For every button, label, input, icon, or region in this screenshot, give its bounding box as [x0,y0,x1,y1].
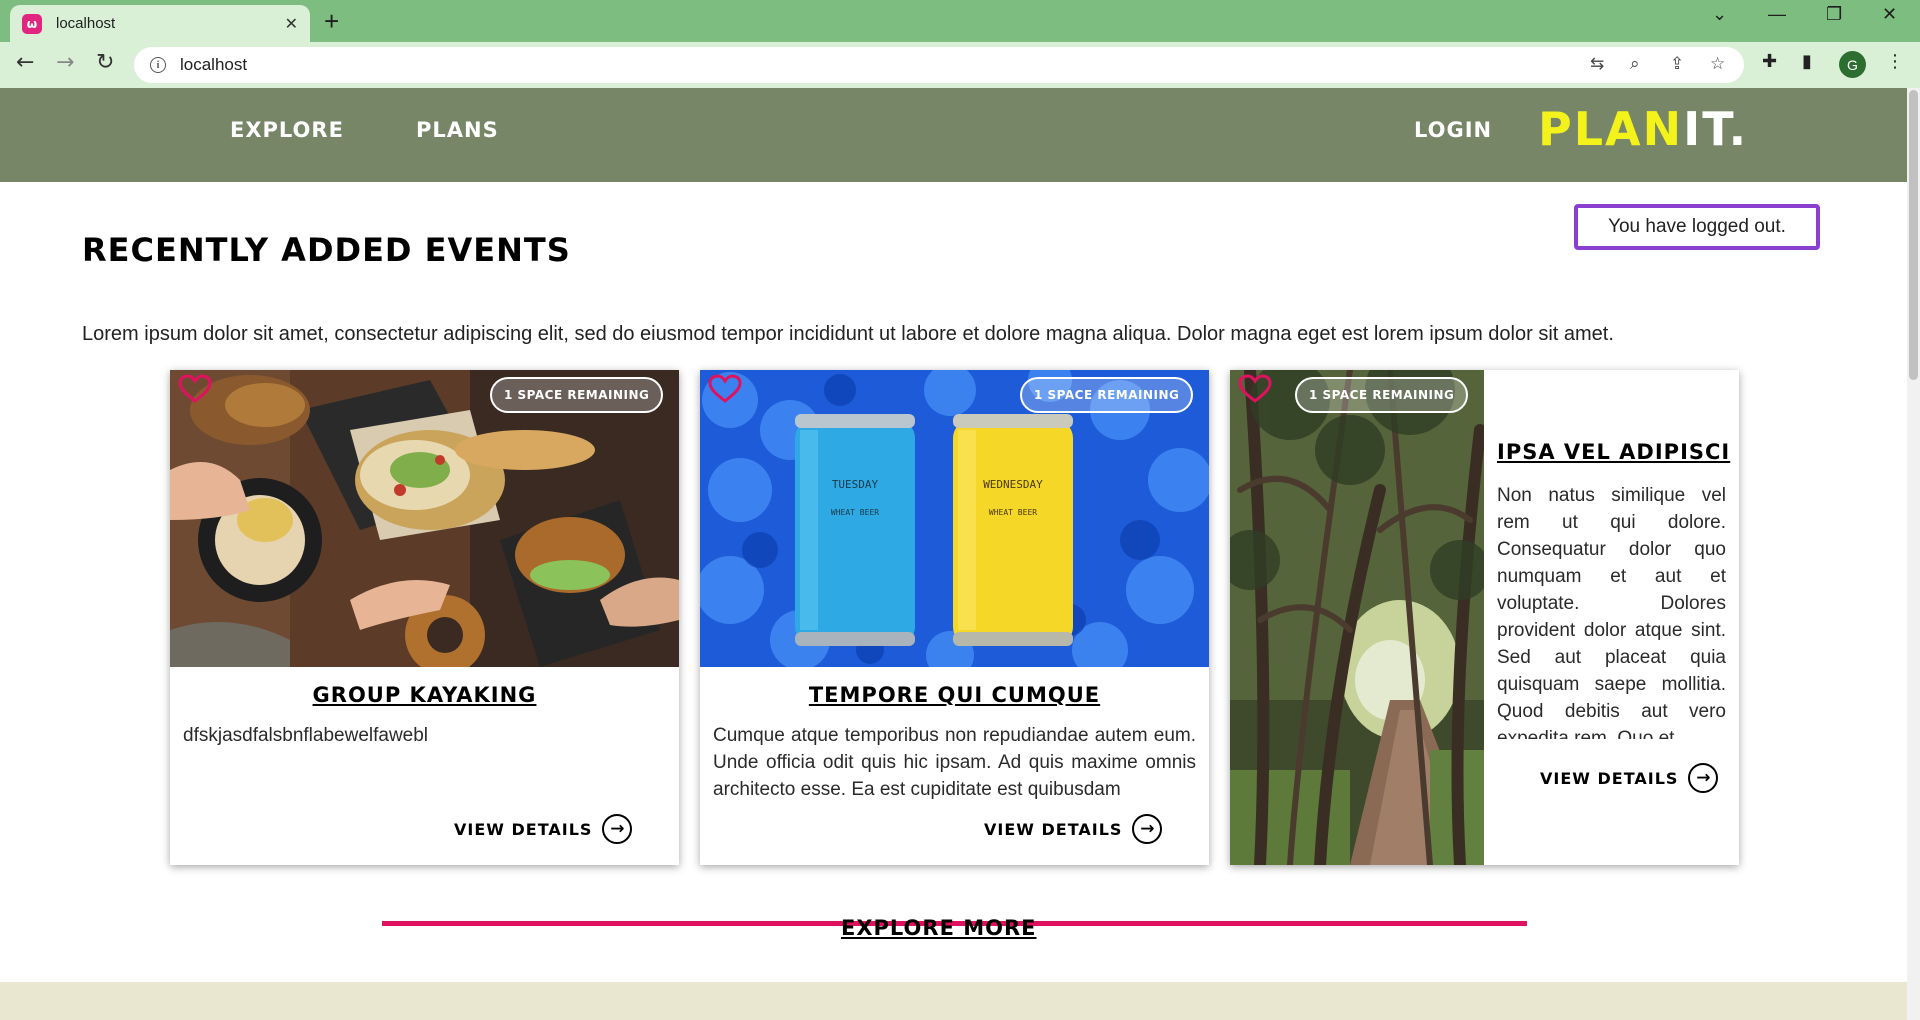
site-favicon-icon: ω [22,13,42,34]
nav-plans-link[interactable]: PLANS [416,118,499,142]
scrollbar-thumb[interactable] [1909,90,1918,380]
intro-text: Lorem ipsum dolor sit amet, consectetur … [82,323,1614,345]
tab-search-chevron-icon[interactable]: ⌄ [1712,4,1727,25]
explore-more-link[interactable]: EXPLORE MORE [841,916,1037,940]
event-card: 1 SPACE REMAINING GROUP KAYAKING dfskjas… [170,370,679,865]
favorite-heart-icon[interactable] [1238,374,1272,404]
address-bar[interactable]: i localhost ⇆ ⌕ ⇪ ☆ [134,47,1744,83]
minimize-icon[interactable]: — [1768,4,1786,25]
browser-tab[interactable]: ω localhost ✕ [10,5,310,42]
event-image-beer[interactable]: TUESDAY WHEAT BEER WEDNESDAY WHEAT BEER … [700,370,1209,667]
translate-icon[interactable]: ⇆ [1590,54,1604,74]
tab-title: localhost [56,15,116,32]
event-title[interactable]: IPSA VEL ADIPISCI [1497,440,1730,464]
forward-arrow-icon[interactable]: → [56,50,74,75]
page-title: RECENTLY ADDED EVENTS [82,231,571,269]
view-details-button[interactable]: VIEW DETAILS → [454,814,633,844]
browser-tab-strip: ω localhost ✕ + ⌄ — ❐ ✕ [0,0,1920,42]
site-header: EXPLORE PLANS LOGIN PLANIT. [0,88,1907,182]
spaces-remaining-badge: 1 SPACE REMAINING [490,377,664,413]
view-details-label: VIEW DETAILS [1540,768,1679,788]
event-image-forest[interactable]: 1 SPACE REMAINING [1230,370,1484,865]
can-left-label: TUESDAY [832,478,879,491]
favorite-heart-icon[interactable] [708,374,742,404]
logout-flash-message: You have logged out. [1574,204,1820,250]
event-title[interactable]: TEMPORE QUI CUMQUE [700,683,1209,707]
event-description: dfskjasdfalsbnflabewelfawebl [183,725,429,746]
logo-part-it: IT. [1683,102,1749,156]
bookmark-star-icon[interactable]: ☆ [1710,54,1725,74]
event-title[interactable]: GROUP KAYAKING [170,683,679,707]
event-description: Non natus similique vel rem ut qui dolor… [1497,485,1726,739]
spaces-remaining-badge: 1 SPACE REMAINING [1295,377,1469,413]
arrow-right-circle-icon: → [602,814,633,844]
browser-menu-icon[interactable]: ⋮ [1886,51,1904,72]
nav-explore-link[interactable]: EXPLORE [230,118,344,142]
reload-icon[interactable]: ↻ [96,50,114,75]
window-close-icon[interactable]: ✕ [1882,4,1897,25]
side-panel-icon[interactable]: ▮ [1802,51,1812,72]
event-image-food[interactable]: 1 SPACE REMAINING [170,370,679,667]
event-card: TUESDAY WHEAT BEER WEDNESDAY WHEAT BEER … [700,370,1209,865]
zoom-icon[interactable]: ⌕ [1630,54,1640,74]
site-info-icon[interactable]: i [150,57,166,73]
arrow-right-circle-icon: → [1132,814,1163,844]
back-arrow-icon[interactable]: ← [16,50,34,75]
view-details-button[interactable]: VIEW DETAILS → [1540,763,1719,793]
event-card: 1 SPACE REMAINING IPSA VEL ADIPISCI Non … [1230,370,1739,865]
share-icon[interactable]: ⇪ [1670,54,1684,74]
browser-toolbar: ← → ↻ i localhost ⇆ ⌕ ⇪ ☆ ✚ ▮ G ⋮ [0,42,1920,88]
address-url[interactable]: localhost [180,55,247,75]
restore-icon[interactable]: ❐ [1826,4,1842,25]
profile-avatar[interactable]: G [1839,51,1866,78]
footer [0,982,1907,1020]
can-left-sub: WHEAT BEER [831,508,879,517]
logo-part-plan: PLAN [1538,102,1684,156]
site-logo[interactable]: PLANIT. [1538,102,1748,156]
tab-close-icon[interactable]: ✕ [285,14,298,33]
can-right-sub: WHEAT BEER [989,508,1037,517]
arrow-right-circle-icon: → [1688,763,1719,793]
event-description: Cumque atque temporibus non repudiandae … [713,725,1196,800]
favorite-heart-icon[interactable] [178,374,212,404]
can-right-label: WEDNESDAY [983,478,1043,491]
spaces-remaining-badge: 1 SPACE REMAINING [1020,377,1194,413]
view-details-label: VIEW DETAILS [984,819,1123,839]
view-details-button[interactable]: VIEW DETAILS → [984,814,1163,844]
page-scrollbar[interactable] [1907,88,1920,1020]
view-details-label: VIEW DETAILS [454,819,593,839]
nav-login-link[interactable]: LOGIN [1414,118,1492,142]
new-tab-icon[interactable]: + [324,6,339,37]
extensions-puzzle-icon[interactable]: ✚ [1762,51,1777,72]
